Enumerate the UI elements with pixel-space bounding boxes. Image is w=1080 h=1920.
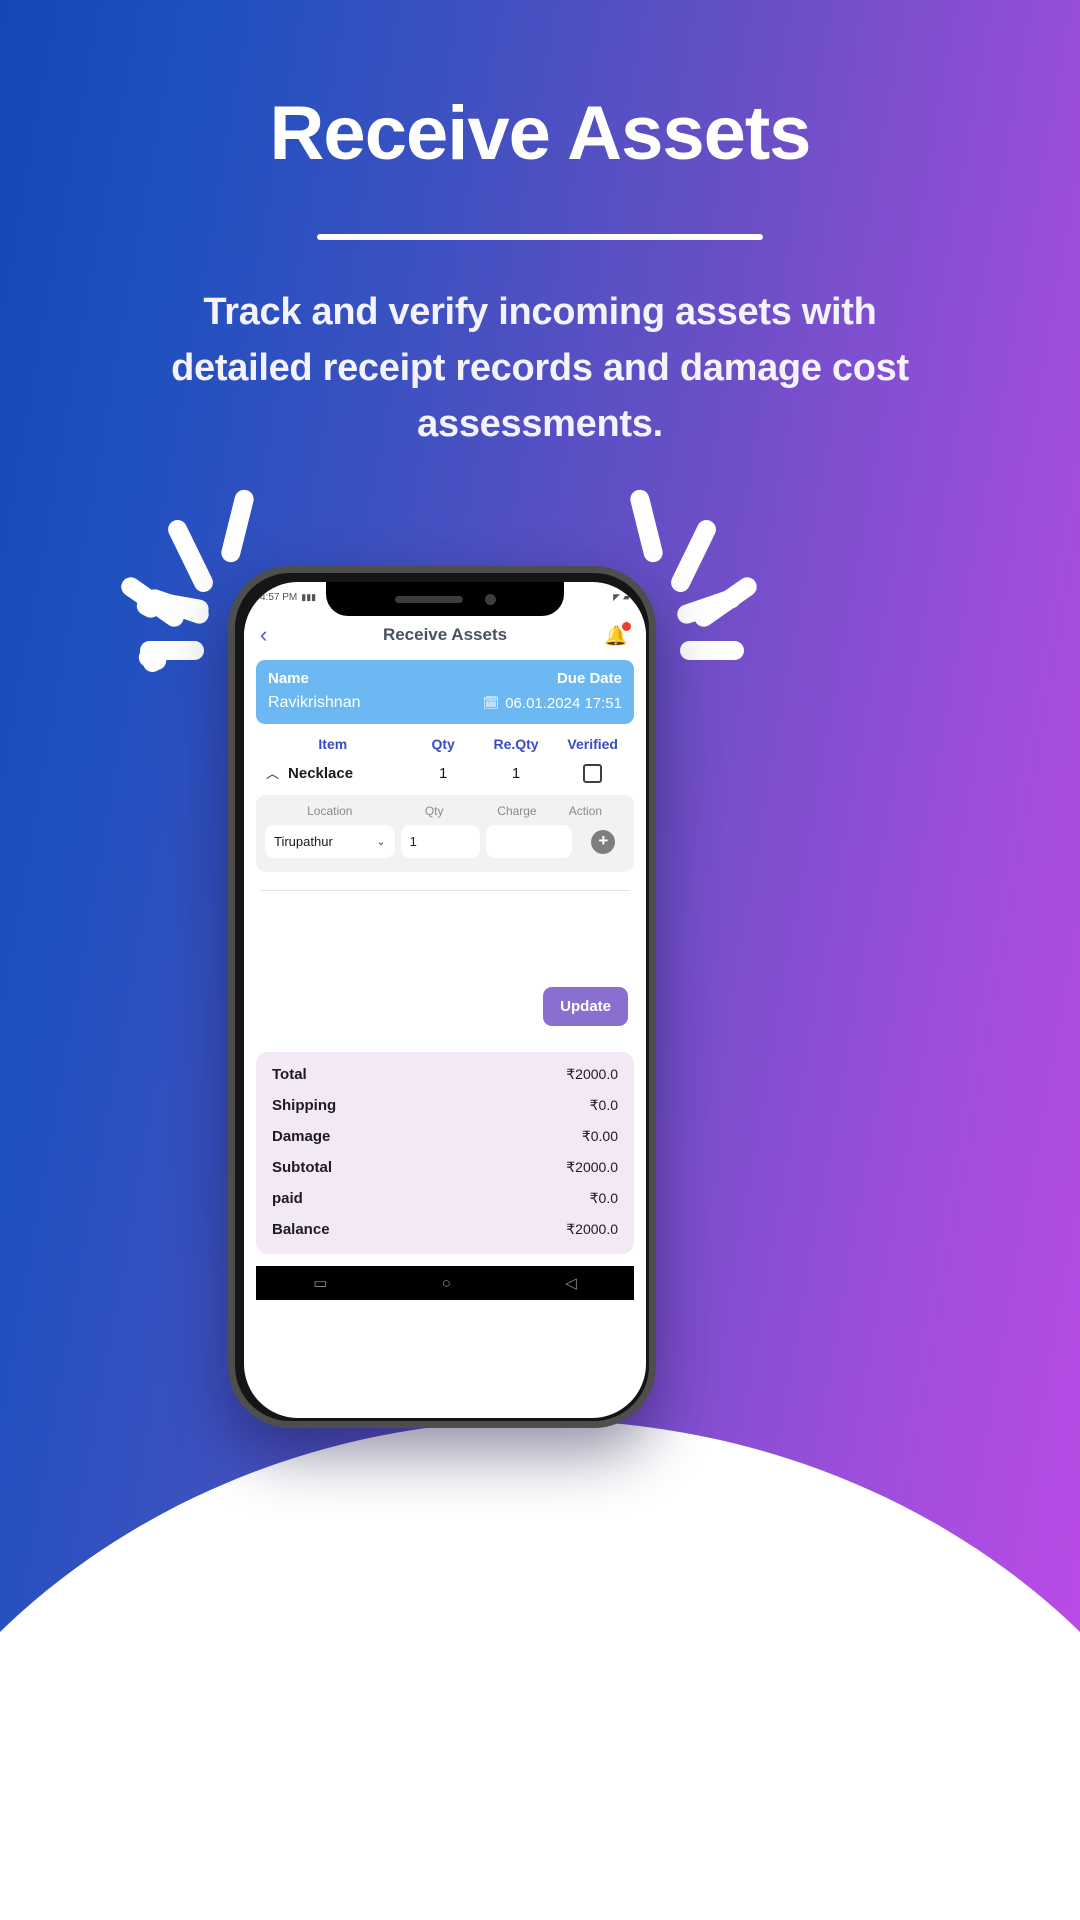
calendar-icon: 🗓 bbox=[482, 695, 500, 710]
damage-value: ₹0.00 bbox=[581, 1128, 618, 1144]
table-row[interactable]: ︿ Necklace 1 1 bbox=[256, 752, 634, 795]
update-button-row: Update bbox=[256, 891, 634, 1026]
earpiece-speaker-icon bbox=[394, 595, 463, 603]
location-select-value: Tirupathur bbox=[274, 834, 333, 849]
damage-label: Damage bbox=[272, 1128, 331, 1145]
status-time: 4:57 PM bbox=[260, 591, 298, 603]
totals-row-paid: paid ₹0.0 bbox=[272, 1190, 618, 1207]
home-icon[interactable]: ○ bbox=[442, 1275, 451, 1292]
item-received-qty: 1 bbox=[511, 765, 521, 782]
recents-icon[interactable]: ▭ bbox=[313, 1274, 327, 1292]
battery-icon: ▰ bbox=[623, 591, 630, 602]
total-value: ₹2000.0 bbox=[566, 1066, 618, 1082]
name-value: Ravikrishnan bbox=[268, 694, 361, 711]
charge-wrap[interactable] bbox=[485, 825, 573, 858]
hero-subtitle: Track and verify incoming assets with de… bbox=[171, 291, 909, 446]
shipping-label: Shipping bbox=[272, 1097, 337, 1114]
phone-power-button[interactable] bbox=[655, 773, 656, 859]
chevron-left-icon[interactable]: ‹ bbox=[260, 624, 286, 646]
column-header-location: Location bbox=[307, 804, 353, 818]
bottom-white-curve bbox=[0, 1420, 1080, 1920]
update-button[interactable]: Update bbox=[543, 987, 628, 1026]
action-wrap[interactable]: + bbox=[578, 829, 628, 854]
sparkle-ray bbox=[140, 641, 204, 660]
column-header-action: Action bbox=[568, 804, 603, 818]
totals-row-total: Total ₹2000.0 bbox=[272, 1066, 618, 1083]
app-body: Name Due Date Ravikrishnan 🗓 06.01.2024 … bbox=[244, 658, 646, 1418]
column-header-charge: Charge bbox=[497, 804, 537, 818]
chevron-down-icon: ⌄ bbox=[376, 836, 386, 848]
signal-icon: ▮▮▮ bbox=[301, 591, 317, 602]
totals-row-subtotal: Subtotal ₹2000.0 bbox=[272, 1159, 618, 1176]
totals-row-balance: Balance ₹2000.0 bbox=[272, 1221, 618, 1238]
notification-badge-dot bbox=[622, 622, 631, 631]
column-header-reqty: Re.Qty bbox=[493, 736, 539, 752]
phone-mockup: 4:57 PM ▮▮▮ ◤ ▰ ‹ Receive Assets 🔔 Name … bbox=[228, 566, 656, 1428]
status-right-icons: ◤ ▰ bbox=[613, 592, 630, 603]
subtotal-value: ₹2000.0 bbox=[566, 1159, 618, 1175]
totals-panel: Total ₹2000.0 Shipping ₹0.0 Damage ₹0.00… bbox=[256, 1052, 634, 1254]
totals-row-shipping: Shipping ₹0.0 bbox=[272, 1097, 618, 1114]
due-date-value: 06.01.2024 17:51 bbox=[505, 694, 622, 712]
sub-table-header: Location Qty Charge Action bbox=[265, 804, 625, 818]
paid-label: paid bbox=[272, 1190, 303, 1207]
charge-input[interactable] bbox=[485, 825, 573, 858]
front-camera-icon bbox=[484, 593, 496, 605]
add-circle-icon[interactable]: + bbox=[591, 829, 616, 854]
balance-label: Balance bbox=[272, 1221, 330, 1238]
subtotal-label: Subtotal bbox=[272, 1159, 332, 1176]
name-label: Name bbox=[268, 670, 309, 687]
column-header-qty: Qty bbox=[431, 736, 455, 752]
phone-screen: 4:57 PM ▮▮▮ ◤ ▰ ‹ Receive Assets 🔔 Name … bbox=[244, 582, 646, 1418]
verified-checkbox[interactable] bbox=[583, 764, 603, 783]
back-icon[interactable]: ◁ bbox=[565, 1274, 577, 1292]
item-table-header: Item Qty Re.Qty Verified bbox=[256, 724, 634, 752]
due-date-label: Due Date bbox=[556, 670, 622, 687]
android-navbar: ▭ ○ ◁ bbox=[256, 1266, 634, 1300]
balance-value: ₹2000.0 bbox=[566, 1221, 618, 1237]
phone-notch bbox=[326, 582, 564, 616]
column-header-verified: Verified bbox=[567, 736, 618, 752]
app-title: Receive Assets bbox=[382, 625, 508, 644]
phone-volume-up-button[interactable] bbox=[228, 749, 229, 811]
notification-button[interactable]: 🔔 bbox=[604, 622, 631, 648]
shipping-value: ₹0.0 bbox=[589, 1097, 618, 1113]
wifi-icon: ◤ bbox=[613, 591, 621, 602]
location-select[interactable]: Tirupathur ⌄ bbox=[265, 825, 395, 858]
receipt-info-card: Name Due Date Ravikrishnan 🗓 06.01.2024 … bbox=[256, 660, 634, 724]
phone-mute-button[interactable] bbox=[228, 685, 229, 719]
page-title: Receive Assets bbox=[269, 91, 812, 176]
total-label: Total bbox=[272, 1066, 307, 1083]
sub-qty-input[interactable]: 1 bbox=[400, 825, 480, 858]
info-card-labels: Name Due Date bbox=[268, 670, 622, 687]
sub-table-row: Tirupathur ⌄ 1 + bbox=[265, 825, 625, 858]
sub-qty-wrap[interactable]: 1 bbox=[400, 825, 480, 858]
phone-volume-down-button[interactable] bbox=[228, 825, 229, 887]
item-name: Necklace bbox=[288, 765, 354, 782]
sparkle-ray bbox=[142, 592, 160, 612]
chevron-up-icon[interactable]: ︿ bbox=[266, 767, 279, 780]
item-qty: 1 bbox=[438, 765, 448, 782]
damage-sub-panel: Location Qty Charge Action Tirupathur ⌄ … bbox=[256, 795, 634, 872]
sparkle-ray bbox=[680, 641, 744, 660]
column-header-sub-qty: Qty bbox=[424, 804, 444, 818]
due-date-value-wrap: 🗓 06.01.2024 17:51 bbox=[483, 695, 622, 712]
paid-value: ₹0.0 bbox=[589, 1190, 618, 1206]
item-name-cell[interactable]: ︿ Necklace bbox=[258, 765, 408, 782]
verified-cell[interactable] bbox=[553, 764, 632, 783]
app-header: ‹ Receive Assets 🔔 bbox=[244, 612, 646, 658]
totals-row-damage: Damage ₹0.00 bbox=[272, 1128, 618, 1145]
column-header-item: Item bbox=[318, 736, 348, 752]
location-select-wrap[interactable]: Tirupathur ⌄ bbox=[265, 825, 395, 858]
hero-section: Receive Assets Track and verify incoming… bbox=[0, 0, 1080, 453]
info-card-values: Ravikrishnan 🗓 06.01.2024 17:51 bbox=[268, 694, 622, 712]
title-divider bbox=[317, 234, 763, 240]
